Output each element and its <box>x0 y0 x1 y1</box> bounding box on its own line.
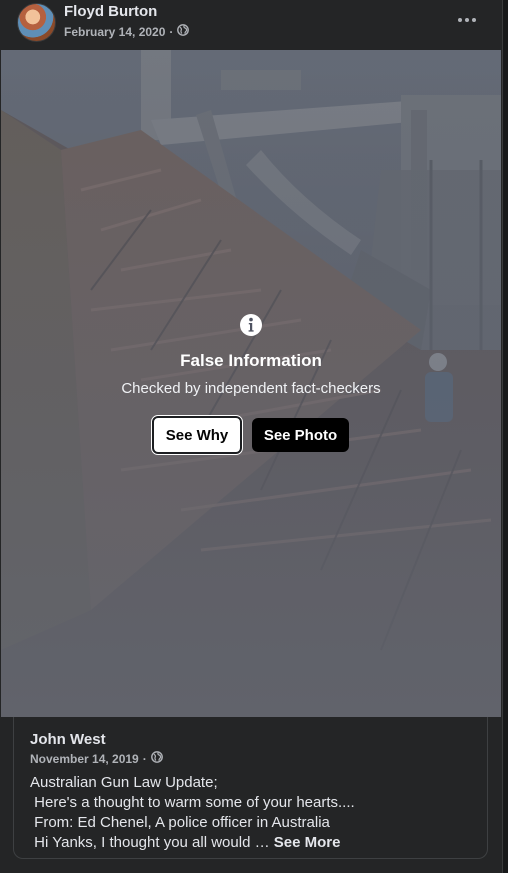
fact-check-title: False Information <box>180 351 322 370</box>
feed-post: Floyd Burton February 14, 2020 · False I… <box>0 0 503 873</box>
fact-check-panel: False Information Checked by independent… <box>1 313 501 455</box>
post-text-line: From: Ed Chenel, A police officer in Aus… <box>30 814 330 831</box>
shared-post[interactable]: John West November 14, 2019 · Australian… <box>13 717 488 859</box>
shared-post-text: Australian Gun Law Update; Here's a thou… <box>30 773 470 853</box>
meta-separator: · <box>142 751 147 766</box>
see-photo-button[interactable]: See Photo <box>252 418 349 452</box>
shared-post-author[interactable]: John West <box>30 731 106 748</box>
globe-icon[interactable] <box>150 751 163 766</box>
shared-post-date[interactable]: November 14, 2019 <box>30 752 139 766</box>
meta-separator: · <box>169 24 174 39</box>
post-text-line: Here's a thought to warm some of your he… <box>30 794 355 811</box>
see-why-button[interactable]: See Why <box>151 415 243 455</box>
post-text-line: Hi Yanks, I thought you all would … See … <box>30 833 470 853</box>
info-icon <box>239 313 263 337</box>
fact-check-subtitle: Checked by independent fact-checkers <box>121 380 381 397</box>
shared-post-meta: November 14, 2019 · <box>30 751 163 766</box>
post-text-line: Australian Gun Law Update; <box>30 774 218 791</box>
post-date[interactable]: February 14, 2020 <box>64 25 165 39</box>
fact-check-actions: See Why See Photo <box>1 415 501 455</box>
post-author[interactable]: Floyd Burton <box>64 3 157 20</box>
post-header: Floyd Burton February 14, 2020 · <box>0 0 502 50</box>
post-photo: False Information Checked by independent… <box>1 50 501 717</box>
post-meta: February 14, 2020 · <box>64 24 190 39</box>
see-more-link[interactable]: See More <box>274 834 341 851</box>
globe-icon[interactable] <box>177 24 190 39</box>
more-options-icon[interactable] <box>456 10 478 30</box>
post-text-truncated: Hi Yanks, I thought you all would … <box>30 834 274 851</box>
avatar[interactable] <box>17 3 56 42</box>
